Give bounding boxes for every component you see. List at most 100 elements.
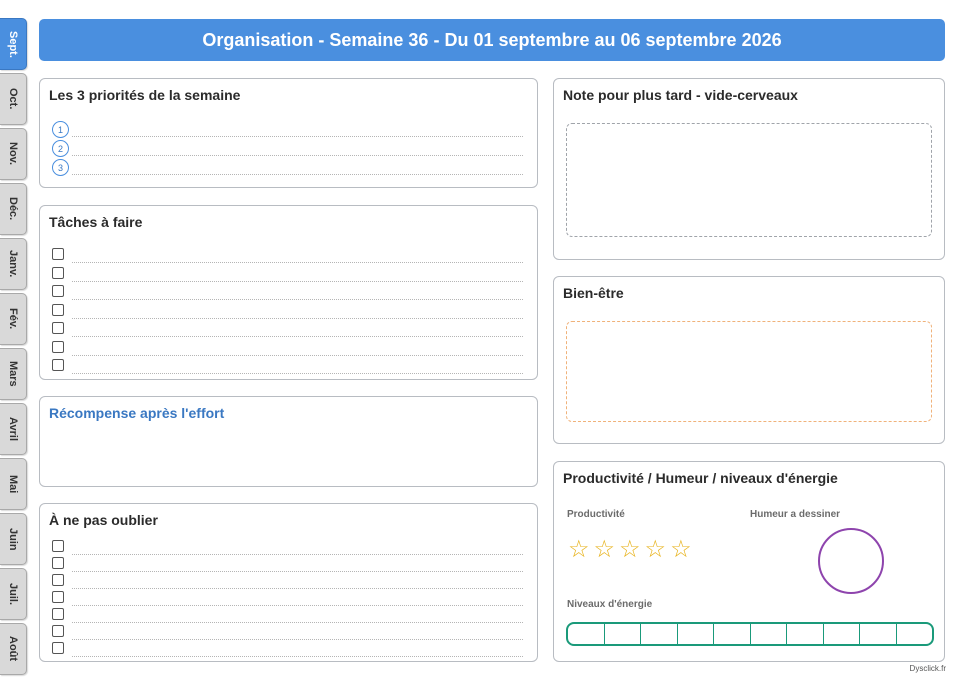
checklist-line[interactable] <box>52 574 523 589</box>
writing-line <box>72 622 523 623</box>
wellbeing-panel: Bien-être <box>553 276 945 444</box>
energy-segment[interactable] <box>641 624 678 644</box>
checkbox[interactable] <box>52 608 64 620</box>
tab-avril[interactable]: Avril <box>0 403 27 455</box>
star-icon[interactable]: ☆ <box>594 538 616 562</box>
writing-line <box>72 588 523 589</box>
priority-line[interactable]: 2 <box>52 140 523 157</box>
star-icon[interactable]: ☆ <box>619 538 641 562</box>
checklist-line[interactable] <box>52 642 523 657</box>
tab-mars[interactable]: Mars <box>0 348 27 400</box>
priority-line[interactable]: 3 <box>52 159 523 176</box>
writing-line <box>72 299 523 300</box>
tab-mai[interactable]: Mai <box>0 458 27 510</box>
energy-segment[interactable] <box>678 624 714 644</box>
productivity-label: Productivité <box>567 509 625 520</box>
productivity-panel: Productivité / Humeur / niveaux d'énergi… <box>553 461 945 662</box>
checkbox[interactable] <box>52 642 64 654</box>
energy-segment[interactable] <box>751 624 787 644</box>
checkbox[interactable] <box>52 303 64 316</box>
checklist-line[interactable] <box>52 608 523 623</box>
checklist-line[interactable] <box>52 322 523 337</box>
tab-aout[interactable]: Août <box>0 623 27 675</box>
wellbeing-area[interactable] <box>566 321 932 422</box>
writing-line <box>72 656 523 657</box>
energy-segment[interactable] <box>605 624 641 644</box>
writing-line <box>72 280 523 282</box>
checkbox[interactable] <box>52 591 64 603</box>
tab-label: Mars <box>7 361 19 387</box>
tab-label: Sept. <box>7 30 19 58</box>
checklist-line[interactable] <box>52 340 523 356</box>
checklist-line[interactable] <box>52 266 523 282</box>
tasks-title: Tâches à faire <box>49 214 143 230</box>
tab-oct[interactable]: Oct. <box>0 73 27 125</box>
checkbox[interactable] <box>52 574 64 586</box>
checklist-line[interactable] <box>52 625 523 640</box>
star-icon[interactable]: ☆ <box>645 538 667 562</box>
planner-page: Sept. Oct. Nov. Déc. Janv. Fév. Mars Avr… <box>0 0 962 681</box>
tab-janv[interactable]: Janv. <box>0 238 27 290</box>
checklist-line[interactable] <box>52 303 523 319</box>
star-icon[interactable]: ☆ <box>670 538 692 562</box>
writing-line <box>72 354 523 356</box>
tab-juil[interactable]: Juil. <box>0 568 27 620</box>
priority-number: 3 <box>52 159 69 176</box>
tab-sept[interactable]: Sept. <box>0 18 27 70</box>
tab-dec[interactable]: Déc. <box>0 183 27 235</box>
writing-line <box>72 317 523 319</box>
energy-segment[interactable] <box>568 624 605 644</box>
tab-label: Nov. <box>7 142 19 166</box>
notes-area[interactable] <box>566 123 932 237</box>
energy-label: Niveaux d'énergie <box>567 599 653 610</box>
energy-segment[interactable] <box>714 624 751 644</box>
checkbox[interactable] <box>52 285 64 297</box>
checklist-line[interactable] <box>52 359 523 374</box>
mood-circle[interactable] <box>818 528 884 594</box>
checklist-line[interactable] <box>52 591 523 606</box>
reward-panel: Récompense après l'effort <box>39 396 538 487</box>
checkbox[interactable] <box>52 540 64 552</box>
energy-segment[interactable] <box>860 624 897 644</box>
checkbox[interactable] <box>52 557 64 569</box>
writing-line <box>72 571 523 572</box>
checklist-line[interactable] <box>52 540 523 555</box>
checkbox[interactable] <box>52 359 64 371</box>
checkbox[interactable] <box>52 248 64 260</box>
checkbox[interactable] <box>52 625 64 637</box>
checklist-line[interactable] <box>52 248 523 263</box>
checkbox[interactable] <box>52 266 64 279</box>
energy-segment[interactable] <box>824 624 860 644</box>
star-icon[interactable]: ☆ <box>568 538 590 562</box>
writing-line <box>72 262 523 263</box>
tab-fev[interactable]: Fév. <box>0 293 27 345</box>
productivity-title: Productivité / Humeur / niveaux d'énergi… <box>563 470 838 486</box>
productivity-stars: ☆ ☆ ☆ ☆ ☆ <box>568 538 692 562</box>
checklist-line[interactable] <box>52 285 523 300</box>
tab-label: Août <box>7 636 19 662</box>
writing-line <box>72 155 523 156</box>
energy-segment[interactable] <box>787 624 824 644</box>
tab-nov[interactable]: Nov. <box>0 128 27 180</box>
checkbox[interactable] <box>52 340 64 353</box>
writing-line <box>72 136 523 137</box>
priorities-panel: Les 3 priorités de la semaine 1 2 3 <box>39 78 538 188</box>
tab-label: Oct. <box>7 88 19 110</box>
energy-segment[interactable] <box>897 624 933 644</box>
writing-line <box>72 639 523 640</box>
tab-label: Juin <box>7 527 19 551</box>
tab-label: Janv. <box>7 250 19 278</box>
tab-label: Mai <box>7 474 19 494</box>
writing-line <box>72 554 523 555</box>
writing-line <box>72 336 523 337</box>
writing-line <box>72 605 523 606</box>
checklist-line[interactable] <box>52 557 523 572</box>
tab-label: Déc. <box>7 197 19 221</box>
remember-panel: À ne pas oublier <box>39 503 538 662</box>
checkbox[interactable] <box>52 322 64 334</box>
energy-bar <box>566 622 934 646</box>
writing-line <box>72 174 523 175</box>
tab-juin[interactable]: Juin <box>0 513 27 565</box>
tasks-panel: Tâches à faire <box>39 205 538 380</box>
priority-line[interactable]: 1 <box>52 121 523 138</box>
